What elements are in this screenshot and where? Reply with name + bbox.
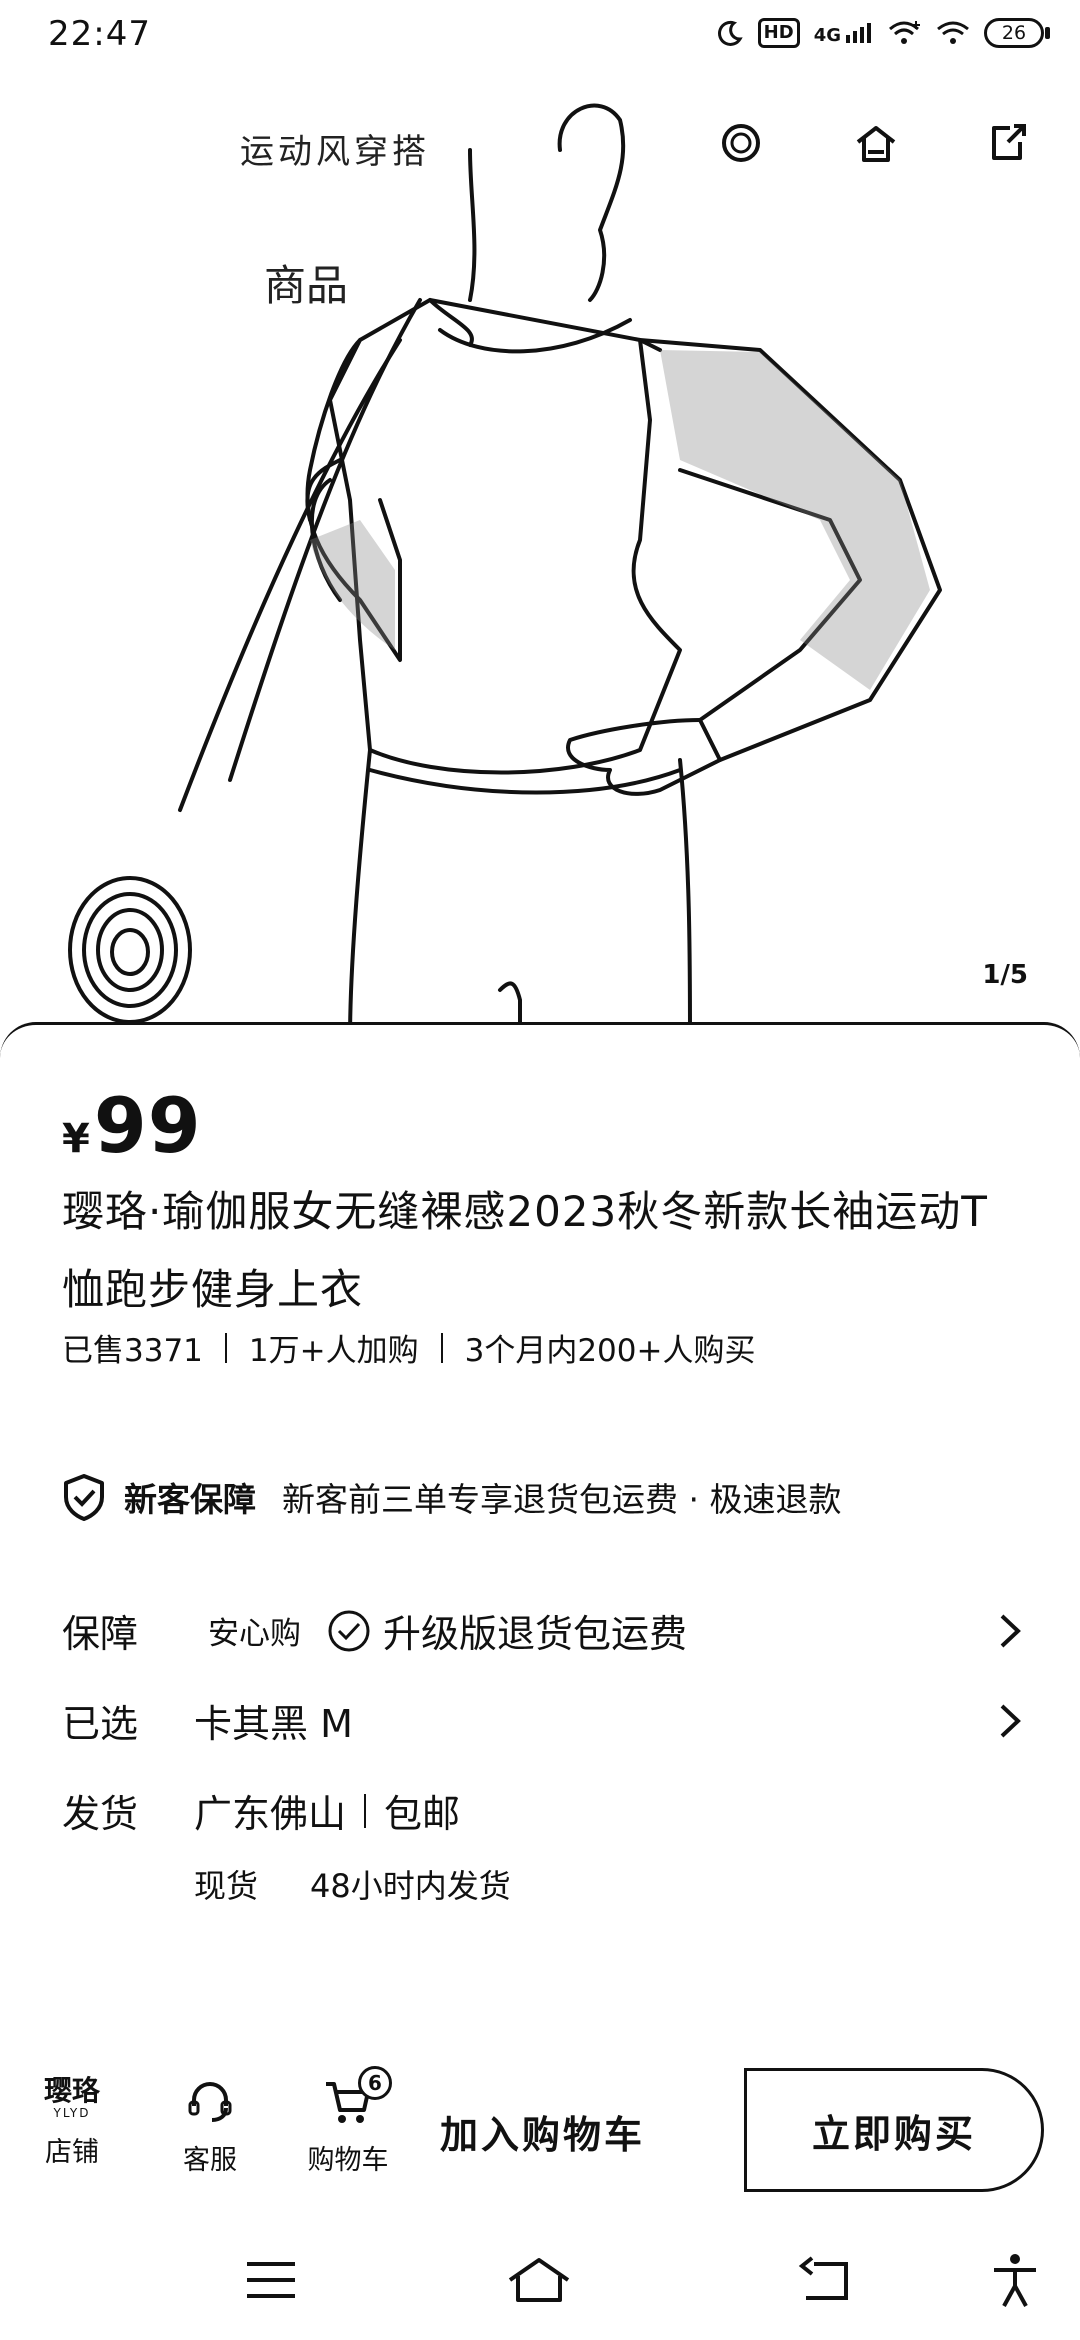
service-label: 客服 bbox=[183, 2145, 237, 2176]
nav-home-button[interactable] bbox=[504, 2250, 574, 2310]
back-icon bbox=[798, 2256, 848, 2300]
hero-title: 运动风穿搭 bbox=[240, 132, 430, 172]
ship-time: 48小时内发货 bbox=[310, 1867, 511, 1905]
protection-label: 保障 bbox=[62, 1612, 139, 1656]
shipping-label: 发货 bbox=[62, 1792, 139, 1836]
row-selected-variant[interactable]: 已选 卡其黑 M bbox=[62, 1693, 1022, 1748]
selected-label: 已选 bbox=[62, 1702, 139, 1746]
bottom-action-bar: 璎珞 YLYD 店铺 客服 6 购物车 加入购物车 立即购买 bbox=[0, 2062, 1080, 2200]
product-title: 璎珞·瑜伽服女无缝裸感2023秋冬新款长袖运动T恤跑步健身上衣 bbox=[62, 1187, 988, 1314]
tab-product[interactable]: 商品 bbox=[264, 252, 348, 313]
home-icon bbox=[856, 126, 896, 162]
product-info-card: ¥ 99 璎珞·瑜伽服女无缝裸感2023秋冬新款长袖运动T恤跑步健身上衣 已售3… bbox=[0, 1022, 1080, 2072]
search-icon bbox=[722, 124, 760, 162]
protection-value: 升级版退货包运费 bbox=[383, 1612, 688, 1656]
selected-value: 卡其黑 M bbox=[194, 1702, 353, 1746]
sales-stats: 已售3371 1万+人加购 3个月内200+人购买 bbox=[62, 1325, 755, 1370]
chevron-right-icon bbox=[1000, 1614, 1021, 1647]
battery-icon: 26 bbox=[984, 18, 1050, 48]
network-type: 4G bbox=[813, 25, 841, 46]
menu-button[interactable] bbox=[236, 2250, 306, 2310]
add-to-cart-button[interactable]: 加入购物车 bbox=[440, 2104, 645, 2159]
shipping-origin: 广东佛山 bbox=[194, 1792, 347, 1836]
home-button[interactable] bbox=[852, 120, 912, 180]
headset-icon bbox=[188, 2082, 232, 2122]
accessibility-icon bbox=[994, 2254, 1036, 2307]
signal-icon: 4G bbox=[814, 21, 874, 45]
shield-check-icon bbox=[64, 1474, 104, 1521]
row-shipping: 发货 广东佛山 包邮 bbox=[62, 1783, 1022, 1838]
wifi-plus-icon bbox=[888, 19, 922, 47]
search-button[interactable] bbox=[718, 120, 778, 180]
shop-label: 店铺 bbox=[45, 2137, 99, 2168]
check-circle-icon bbox=[328, 1610, 370, 1651]
cart-badge: 6 bbox=[358, 2066, 392, 2100]
free-shipping: 包邮 bbox=[384, 1792, 461, 1836]
image-pager: 1/5 bbox=[982, 960, 1028, 990]
wifi-icon bbox=[936, 19, 970, 47]
bought-count: 3个月内200+人购买 bbox=[464, 1333, 756, 1369]
status-bar: 22:47 HD 4G 26 bbox=[0, 0, 1080, 78]
new-customer-guarantee[interactable]: 新客保障 新客前三单专享退货包运费 · 极速退款 bbox=[62, 1473, 841, 1521]
sold-count: 已售3371 bbox=[62, 1333, 203, 1369]
stock-status: 现货 bbox=[194, 1867, 259, 1905]
share-icon bbox=[992, 124, 1026, 160]
shipping-detail: 现货 48小时内发货 bbox=[194, 1861, 511, 1907]
hd-icon: HD bbox=[757, 18, 800, 48]
status-time: 22:47 bbox=[48, 14, 151, 54]
back-button[interactable] bbox=[790, 2250, 860, 2310]
price-value: 99 bbox=[93, 1081, 202, 1170]
product-image[interactable]: 运动风穿搭 商品 1/5 bbox=[0, 0, 1080, 1040]
system-nav-bar bbox=[0, 2220, 1080, 2340]
price-currency: ¥ bbox=[62, 1116, 90, 1162]
cart-label: 购物车 bbox=[307, 2145, 389, 2176]
product-detail-screen: 运动风穿搭 商品 1/5 22:47 HD 4G 26 ¥ 99 璎珞·瑜伽服女… bbox=[0, 0, 1080, 2340]
guarantee-title: 新客保障 bbox=[124, 1480, 256, 1519]
accessibility-button[interactable] bbox=[980, 2250, 1050, 2310]
chevron-right-icon bbox=[1000, 1704, 1021, 1737]
cart-button[interactable]: 6 购物车 bbox=[298, 2066, 398, 2177]
shop-logo: 璎珞 YLYD bbox=[43, 2074, 100, 2121]
product-photo-drawing bbox=[68, 103, 942, 1040]
service-button[interactable]: 客服 bbox=[160, 2076, 260, 2177]
home-icon bbox=[508, 2258, 570, 2302]
shop-button[interactable]: 璎珞 YLYD 店铺 bbox=[22, 2076, 122, 2169]
row-protection[interactable]: 保障 安心购 升级版退货包运费 bbox=[62, 1603, 1022, 1658]
safe-buy-tag: 安心购 bbox=[208, 1616, 301, 1652]
menu-icon bbox=[247, 2262, 295, 2298]
share-button[interactable] bbox=[984, 120, 1044, 180]
buy-now-button[interactable]: 立即购买 bbox=[744, 2068, 1044, 2192]
guarantee-text: 新客前三单专享退货包运费 · 极速退款 bbox=[282, 1480, 842, 1519]
added-count: 1万+人加购 bbox=[248, 1333, 419, 1369]
price: ¥ 99 bbox=[62, 1081, 202, 1170]
battery-level: 26 bbox=[984, 18, 1044, 48]
moon-icon bbox=[716, 19, 744, 47]
